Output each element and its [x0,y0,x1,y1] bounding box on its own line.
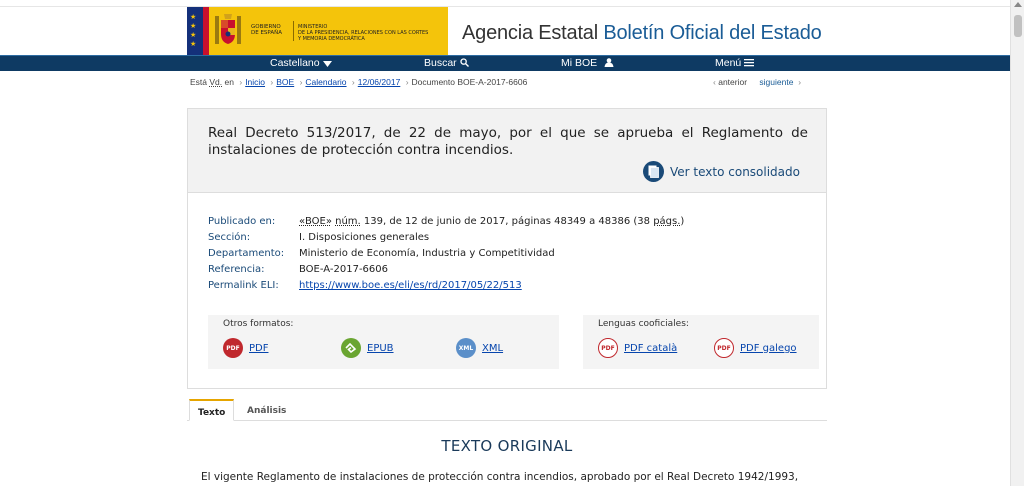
meta-value: Ministerio de Economía, Industria y Comp… [299,248,555,259]
breadcrumb-link-inicio[interactable]: Inicio [245,77,265,87]
pdf-icon: PDF [598,338,618,358]
document-card: Real Decreto 513/2017, de 22 de mayo, po… [187,108,827,389]
meta-value: BOE-A-2017-6606 [299,264,388,275]
xml-icon: XML [456,338,476,358]
pdf-icon: PDF [223,338,243,358]
page-scrollbar[interactable] [1010,0,1024,486]
coat-of-arms-icon [215,14,241,44]
chevron-left-icon: ‹ [713,77,716,87]
chevron-right-icon: › [299,77,303,87]
document-metadata: Publicado en: «BOE» núm. 139, de 12 de j… [208,214,684,294]
abbreviation: «BOE» [299,216,332,227]
meta-value: I. Disposiciones generales [299,232,430,243]
browser-top-strip [0,0,1010,7]
tab-analisis[interactable]: Análisis [239,399,294,421]
site-header: ★ ★ ★ ★ GOBIERNO DE ESPAÑA MINISTERIO DE LA… [0,7,1010,55]
document-header: Real Decreto 513/2017, de 22 de mayo, po… [188,109,826,193]
co-official-languages-box: Lenguas cooficiales: PDF PDF català PDF … [583,315,819,369]
chevron-right-icon: › [351,77,355,87]
body-paragraph: El vigente Reglamento de instalaciones d… [201,471,799,483]
xml-download-link[interactable]: XML XML [456,338,503,358]
abbreviation: núm. [335,216,361,227]
consolidated-label: Ver texto consolidado [670,164,800,179]
caret-down-icon [322,61,332,67]
logo-divider [293,21,294,41]
breadcrumb-link-date[interactable]: 12/06/2017 [358,77,401,87]
meta-row-department: Departamento: Ministerio de Economía, In… [208,246,684,262]
my-boe-button[interactable]: Mi BOE [561,57,614,69]
menu-button[interactable]: Menú [715,57,755,69]
meta-key: Permalink ELI: [208,280,279,291]
eu-flag-icon: ★ ★ ★ ★ [187,7,203,55]
government-logo[interactable]: ★ ★ ★ ★ GOBIERNO DE ESPAÑA MINISTERIO DE LA… [187,7,448,55]
meta-row-reference: Referencia: BOE-A-2017-6606 [208,262,684,278]
ministry-name: MINISTERIO DE LA PRESIDENCIA, RELACIONES… [298,24,429,42]
next-link[interactable]: siguiente [759,77,793,87]
pdf-galego-link[interactable]: PDF PDF galego [714,338,797,358]
document-pager: ‹ anterior siguiente › [713,77,801,87]
breadcrumb: Está Vd. en › Inicio › BOE › Calendario › 12… [190,77,528,87]
main-navbar: Castellano Buscar Mi BOE Menú [0,55,1010,71]
chevron-right-icon: › [795,77,802,87]
search-icon [460,58,469,67]
epub-icon [341,338,361,358]
chevron-right-icon: › [405,77,409,87]
meta-row-published: Publicado en: «BOE» núm. 139, de 12 de j… [208,214,684,230]
scroll-up-arrow-icon[interactable] [1014,2,1022,7]
chevron-right-icon: › [270,77,274,87]
meta-row-eli: Permalink ELI: https://www.boe.es/eli/es… [208,278,684,294]
language-selector[interactable]: Castellano [270,57,332,69]
meta-key: Referencia: [208,264,265,275]
meta-key: Departamento: [208,248,285,259]
epub-download-link[interactable]: EPUB [341,338,394,358]
scrollbar-thumb[interactable] [1014,15,1022,37]
eli-permalink[interactable]: https://www.boe.es/eli/es/rd/2017/05/22/… [299,280,522,291]
search-button[interactable]: Buscar [424,57,469,69]
section-heading: TEXTO ORIGINAL [441,437,573,455]
pdf-download-link[interactable]: PDF PDF [223,338,268,358]
user-icon [604,58,614,67]
document-title: Real Decreto 513/2017, de 22 de mayo, po… [208,125,808,158]
previous-link[interactable]: anterior [718,77,747,87]
consolidated-text-link[interactable]: Ver texto consolidado [643,161,800,182]
document-icon [643,161,664,182]
hamburger-menu-icon [744,59,755,67]
meta-row-section: Sección: I. Disposiciones generales [208,230,684,246]
content-tabs: Texto Análisis [187,399,827,421]
breadcrumb-link-boe[interactable]: BOE [276,77,294,87]
other-formats-title: Otros formatos: [223,319,294,329]
tab-texto[interactable]: Texto [189,399,235,421]
meta-key: Sección: [208,232,251,243]
breadcrumb-link-calendario[interactable]: Calendario [305,77,346,87]
pdf-icon: PDF [714,338,734,358]
breadcrumb-current: Documento BOE-A-2017-6606 [411,77,528,87]
site-title[interactable]: Agencia Estatal Boletín Oficial del Esta… [462,22,822,45]
meta-key: Publicado en: [208,216,276,227]
abbreviation: Vd. [209,77,223,87]
flag-stripe [203,7,209,55]
co-languages-title: Lenguas cooficiales: [598,319,689,329]
meta-value: «BOE» núm. 139, de 12 de junio de 2017, … [299,216,685,227]
meta-value: https://www.boe.es/eli/es/rd/2017/05/22/… [299,278,522,294]
chevron-right-icon: › [239,77,243,87]
abbreviation: págs. [653,216,681,227]
pdf-catala-link[interactable]: PDF PDF català [598,338,677,358]
other-formats-box: Otros formatos: PDF PDF EPUB XML XML [208,315,559,369]
government-name: GOBIERNO DE ESPAÑA [251,24,283,36]
